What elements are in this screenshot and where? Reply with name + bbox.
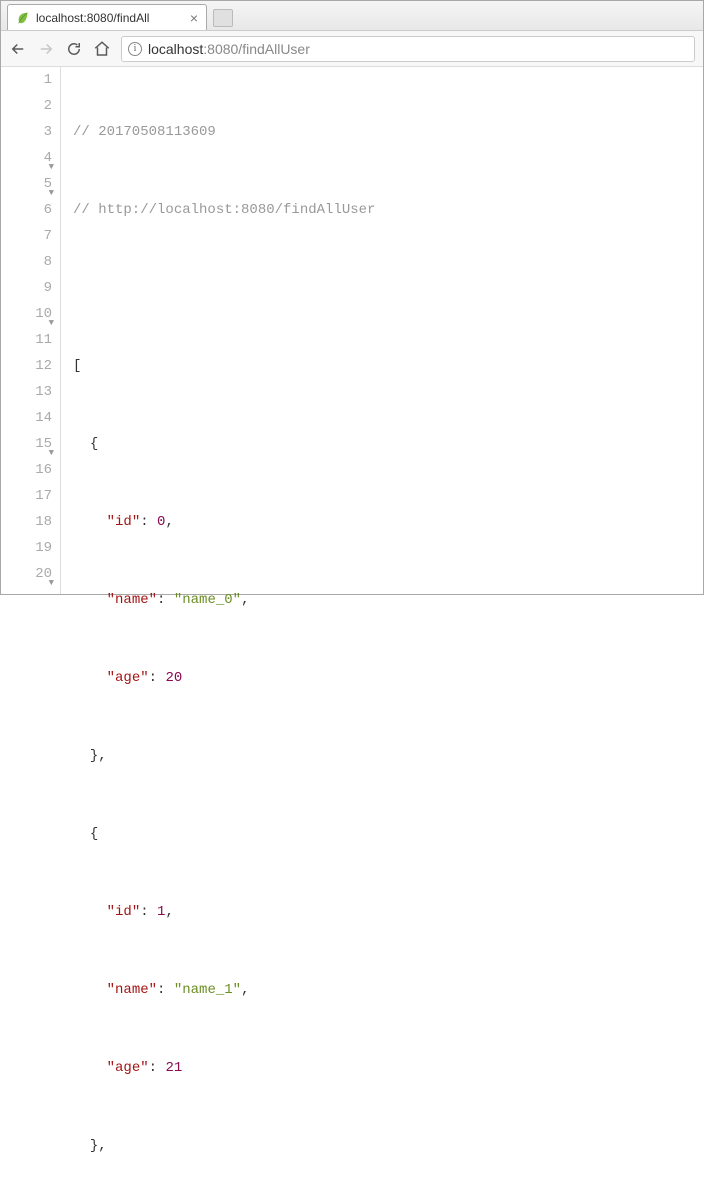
- home-button[interactable]: [93, 40, 111, 58]
- line-number: 14: [1, 405, 52, 431]
- line-number: 19: [1, 535, 52, 561]
- line-number: 15▼: [1, 431, 52, 457]
- line-number: 2: [1, 93, 52, 119]
- code-area: // 20170508113609 // http://localhost:80…: [61, 67, 703, 594]
- comment-text: // http://localhost:8080/findAllUser: [73, 202, 375, 218]
- info-icon[interactable]: i: [128, 42, 142, 56]
- line-number: 4▼: [1, 145, 52, 171]
- line-number: 7: [1, 223, 52, 249]
- back-button[interactable]: [9, 40, 27, 58]
- line-number: 17: [1, 483, 52, 509]
- fold-icon[interactable]: ▼: [49, 570, 54, 596]
- tab-bar: localhost:8080/findAll ×: [1, 1, 703, 31]
- toolbar: i localhost:8080/findAllUser: [1, 31, 703, 67]
- line-number: 10▼: [1, 301, 52, 327]
- url-text: localhost:8080/findAllUser: [148, 41, 310, 57]
- line-number: 11: [1, 327, 52, 353]
- tab-title: localhost:8080/findAll: [36, 11, 184, 25]
- line-number: 1: [1, 67, 52, 93]
- line-number: 12: [1, 353, 52, 379]
- leaf-icon: [16, 11, 30, 25]
- forward-button[interactable]: [37, 40, 55, 58]
- line-number: 5▼: [1, 171, 52, 197]
- line-number: 8: [1, 249, 52, 275]
- close-icon[interactable]: ×: [190, 10, 198, 26]
- address-bar[interactable]: i localhost:8080/findAllUser: [121, 36, 695, 62]
- line-number: 6: [1, 197, 52, 223]
- browser-tab[interactable]: localhost:8080/findAll ×: [7, 4, 207, 30]
- line-number: 9: [1, 275, 52, 301]
- line-number: 13: [1, 379, 52, 405]
- reload-button[interactable]: [65, 40, 83, 58]
- json-viewer: 1234▼5▼678910▼1112131415▼1617181920▼ // …: [1, 67, 703, 594]
- line-number: 20▼: [1, 561, 52, 587]
- comment-text: // 20170508113609: [73, 124, 216, 140]
- line-number: 16: [1, 457, 52, 483]
- line-gutter: 1234▼5▼678910▼1112131415▼1617181920▼: [1, 67, 61, 594]
- line-number: 18: [1, 509, 52, 535]
- line-number: 3: [1, 119, 52, 145]
- new-tab-button[interactable]: [213, 9, 233, 27]
